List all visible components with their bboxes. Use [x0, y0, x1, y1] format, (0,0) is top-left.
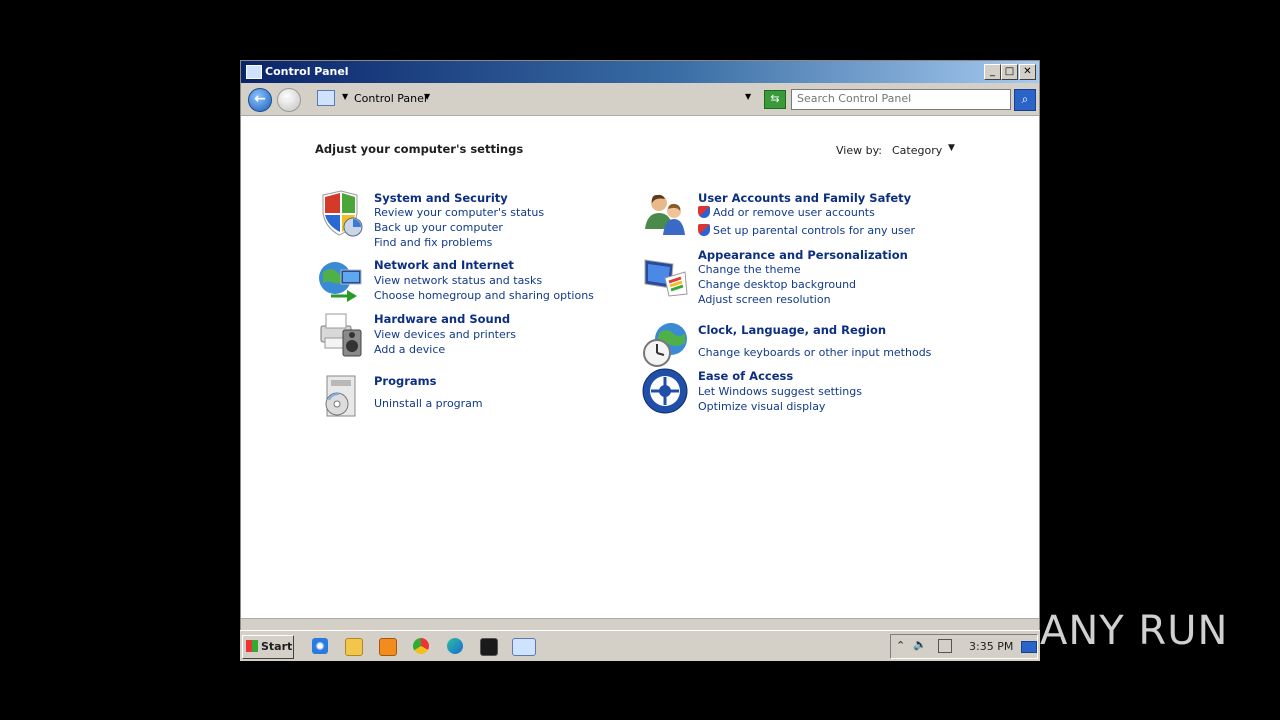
category-link[interactable]: Change desktop background — [698, 278, 856, 291]
start-label: Start — [261, 640, 293, 653]
terminal-icon[interactable] — [480, 638, 498, 656]
media-player-icon[interactable] — [379, 638, 397, 656]
navigation-toolbar: ← → ▼ Control Panel ▼ ▼ ⇆ ⌕ — [241, 83, 1039, 116]
category-link[interactable]: Add a device — [374, 343, 445, 356]
system-tray: ⌃ 🔈 3:35 PM — [890, 634, 1038, 659]
title-bar[interactable]: Control Panel _ □ ✕ — [241, 61, 1039, 83]
back-arrow-icon: ← — [254, 91, 266, 107]
category-ease-of-access: Ease of Access Let Windows suggest setti… — [641, 367, 961, 417]
internet-explorer-icon[interactable] — [312, 638, 328, 654]
category-user-accounts: User Accounts and Family Safety Add or r… — [641, 189, 961, 249]
search-box[interactable] — [791, 89, 1011, 110]
taskbar: Start ⌃ 🔈 3:35 PM — [240, 630, 1040, 661]
close-button[interactable]: ✕ — [1019, 64, 1036, 80]
category-link[interactable]: Change keyboards or other input methods — [698, 346, 931, 359]
category-link[interactable]: Choose homegroup and sharing options — [374, 289, 594, 302]
back-button[interactable]: ← — [248, 88, 272, 112]
category-link-label: Set up parental controls for any user — [713, 224, 916, 237]
chrome-icon[interactable] — [413, 638, 429, 654]
chevron-down-icon[interactable]: ▼ — [342, 92, 348, 101]
control-panel-icon — [317, 90, 335, 106]
chevron-up-icon[interactable]: ⌃ — [896, 639, 905, 652]
ease-of-access-icon — [642, 368, 688, 414]
screen: Control Panel _ □ ✕ ← → ▼ Control Panel … — [240, 60, 1040, 661]
control-panel-icon[interactable] — [512, 638, 536, 656]
maximize-button[interactable]: □ — [1001, 64, 1018, 80]
clock-globe-icon — [643, 323, 687, 367]
window-title: Control Panel — [265, 65, 349, 78]
category-title[interactable]: Hardware and Sound — [374, 312, 510, 326]
chevron-down-icon[interactable]: ▼ — [948, 143, 955, 153]
search-input[interactable] — [792, 90, 1002, 107]
view-by-dropdown[interactable]: Category — [892, 144, 942, 157]
uac-shield-icon — [698, 206, 710, 218]
category-title[interactable]: Network and Internet — [374, 258, 514, 272]
main-content: Adjust your computer's settings View by:… — [241, 116, 1039, 618]
control-panel-icon — [246, 65, 262, 79]
start-button[interactable]: Start — [242, 635, 294, 659]
category-appearance: Appearance and Personalization Change th… — [641, 246, 961, 306]
category-clock-language: Clock, Language, and Region Change keybo… — [641, 321, 961, 373]
category-link[interactable]: Set up parental controls for any user — [698, 224, 915, 237]
category-link[interactable]: Let Windows suggest settings — [698, 385, 862, 398]
forward-button[interactable]: → — [277, 88, 301, 112]
folder-icon[interactable] — [345, 638, 363, 656]
forward-arrow-icon: → — [283, 91, 295, 107]
category-link[interactable]: Add or remove user accounts — [698, 206, 875, 219]
category-link[interactable]: Change the theme — [698, 263, 801, 276]
category-network-internet: Network and Internet View network status… — [317, 256, 597, 306]
category-title[interactable]: Clock, Language, and Region — [698, 323, 886, 337]
refresh-button[interactable]: ⇆ — [764, 90, 786, 109]
uac-shield-icon — [698, 224, 710, 236]
programs-icon — [325, 375, 356, 417]
view-by: View by: Category ▼ — [836, 143, 955, 157]
category-title[interactable]: Ease of Access — [698, 369, 793, 383]
category-title[interactable]: Appearance and Personalization — [698, 248, 908, 262]
monitor-palette-icon — [644, 259, 688, 297]
category-link[interactable]: Optimize visual display — [698, 400, 825, 413]
users-icon — [645, 194, 685, 235]
network-icon[interactable] — [938, 639, 952, 653]
category-link[interactable]: Adjust screen resolution — [698, 293, 831, 306]
search-icon[interactable]: ⌕ — [1014, 89, 1036, 111]
category-link[interactable]: View network status and tasks — [374, 274, 542, 287]
shield-icon — [322, 190, 363, 237]
clock[interactable]: 3:35 PM — [969, 640, 1013, 653]
show-desktop-icon[interactable] — [1021, 641, 1037, 653]
address-dropdown-icon[interactable]: ▼ — [745, 92, 751, 101]
category-system-security: System and Security Review your computer… — [317, 189, 597, 249]
category-link[interactable]: Review your computer's status — [374, 206, 544, 219]
category-programs: Programs Uninstall a program — [317, 372, 597, 422]
control-panel-window: Control Panel _ □ ✕ ← → ▼ Control Panel … — [240, 60, 1040, 632]
category-title[interactable]: Programs — [374, 374, 437, 388]
printer-speaker-icon — [320, 313, 362, 357]
volume-icon[interactable]: 🔈 — [913, 638, 927, 651]
category-link[interactable]: Back up your computer — [374, 221, 503, 234]
minimize-button[interactable]: _ — [984, 64, 1001, 80]
category-hardware-sound: Hardware and Sound View devices and prin… — [317, 310, 597, 360]
chevron-down-icon[interactable]: ▼ — [424, 92, 430, 101]
breadcrumb[interactable]: Control Panel — [354, 92, 427, 105]
category-link[interactable]: Find and fix problems — [374, 236, 492, 249]
category-link-label: Add or remove user accounts — [713, 206, 875, 219]
page-title: Adjust your computer's settings — [315, 142, 524, 156]
category-title[interactable]: User Accounts and Family Safety — [698, 191, 911, 205]
edge-icon[interactable] — [447, 638, 463, 654]
view-by-label: View by: — [836, 144, 882, 157]
category-link[interactable]: View devices and printers — [374, 328, 516, 341]
globe-network-icon — [319, 262, 362, 302]
category-title[interactable]: System and Security — [374, 191, 508, 205]
watermark: ANY RUN — [1040, 608, 1229, 654]
address-bar[interactable]: ▼ Control Panel ▼ ▼ — [317, 89, 757, 108]
windows-logo-icon — [246, 640, 258, 652]
category-link[interactable]: Uninstall a program — [374, 397, 483, 410]
